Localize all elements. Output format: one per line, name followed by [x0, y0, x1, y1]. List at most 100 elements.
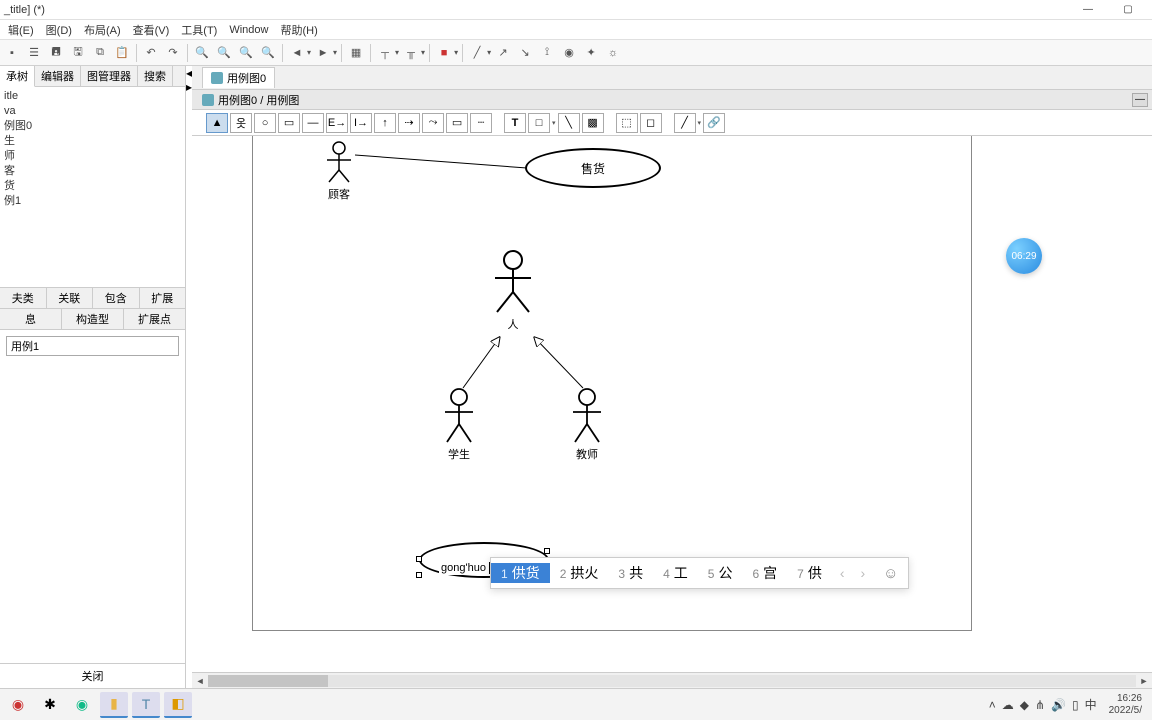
actor-teacher[interactable]: 教师: [569, 388, 605, 462]
dtab-info[interactable]: 息: [0, 309, 62, 329]
arrow1-button[interactable]: ↗: [493, 43, 513, 63]
image-tool[interactable]: ▩: [582, 113, 604, 133]
ime-prev-page[interactable]: ‹: [832, 565, 853, 581]
tray-cloud-icon[interactable]: ☁: [1002, 698, 1014, 712]
actor-student[interactable]: 学生: [441, 388, 477, 462]
extend-tool[interactable]: E→: [326, 113, 348, 133]
scroll-left-button[interactable]: ◄: [192, 676, 208, 686]
usecase-sell[interactable]: 售货: [525, 148, 661, 188]
editor-tab[interactable]: 用例图0: [202, 67, 275, 88]
tree-node[interactable]: 例图0: [4, 119, 181, 134]
menu-edit[interactable]: 辑(E): [2, 22, 40, 38]
edge-button[interactable]: ◉: [68, 692, 96, 718]
app-button[interactable]: ◧: [164, 692, 192, 718]
recording-button[interactable]: ◉: [4, 692, 32, 718]
arrow2-button[interactable]: ↘: [515, 43, 535, 63]
tab-editor[interactable]: 编辑器: [35, 66, 81, 86]
settings-button[interactable]: ✱: [36, 692, 64, 718]
h-scrollbar[interactable]: ◄ ►: [192, 672, 1152, 688]
menu-tools[interactable]: 工具(T): [175, 22, 223, 38]
tab-tree[interactable]: 承树: [0, 66, 35, 87]
tray-chevron-icon[interactable]: ˄: [989, 698, 996, 712]
rect-tool[interactable]: □: [528, 113, 550, 133]
explorer-button[interactable]: ▮: [100, 692, 128, 718]
layout-button[interactable]: ▦: [346, 43, 366, 63]
line2-tool[interactable]: ╲: [558, 113, 580, 133]
gen-teacher-person[interactable]: [521, 330, 591, 392]
taskbar-clock[interactable]: 16:26 2022/5/: [1103, 693, 1148, 717]
selected-element-input[interactable]: [6, 336, 179, 356]
undo-button[interactable]: ↶: [141, 43, 161, 63]
dep-tool[interactable]: ⇢: [398, 113, 420, 133]
nav-back-button[interactable]: ◄: [287, 43, 307, 63]
ime-cand-2[interactable]: 2拱火: [550, 563, 609, 583]
menu-diagram[interactable]: 图(D): [40, 22, 78, 38]
usecase-name-input[interactable]: gong'huo: [439, 560, 492, 575]
save-button[interactable]: 🖪: [46, 43, 66, 63]
paste-button[interactable]: 📋: [112, 43, 132, 63]
menu-layout[interactable]: 布局(A): [78, 22, 127, 38]
tool-a-button[interactable]: ◉: [559, 43, 579, 63]
notepad-button[interactable]: T: [132, 692, 160, 718]
include-tool[interactable]: I→: [350, 113, 372, 133]
tree-node[interactable]: 生: [4, 134, 181, 149]
tree-node[interactable]: itle: [4, 89, 181, 104]
frame-tool[interactable]: ⬚: [616, 113, 638, 133]
timer-badge[interactable]: 06:29: [1006, 238, 1042, 274]
saveall-button[interactable]: 🖫: [68, 43, 88, 63]
nav-fwd-button[interactable]: ►: [313, 43, 333, 63]
menu-window[interactable]: Window: [223, 24, 274, 36]
ime-cand-7[interactable]: 7供: [787, 563, 832, 583]
menu-help[interactable]: 帮助(H): [274, 22, 323, 38]
actor-person[interactable]: 人: [491, 250, 535, 332]
tray-wifi-icon[interactable]: ⋔: [1035, 698, 1045, 712]
actor-tool[interactable]: 옷: [230, 113, 252, 133]
dtab-stereotype[interactable]: 构造型: [62, 309, 124, 329]
dtab-extpoint[interactable]: 扩展点: [124, 309, 185, 329]
tree-node[interactable]: 货: [4, 179, 181, 194]
line-button[interactable]: ╱: [467, 43, 487, 63]
align-button[interactable]: ┬: [375, 43, 395, 63]
ime-cand-5[interactable]: 5公: [698, 563, 743, 583]
tree-node[interactable]: 例1: [4, 194, 181, 209]
rtab-association[interactable]: 关联: [47, 288, 94, 308]
ime-cand-3[interactable]: 3共: [608, 563, 653, 583]
tool-b-button[interactable]: ✦: [581, 43, 601, 63]
usecase-tool[interactable]: ○: [254, 113, 276, 133]
menu-view[interactable]: 查看(V): [127, 22, 176, 38]
distribute-button[interactable]: ╥: [401, 43, 421, 63]
rtab-extend[interactable]: 扩展: [140, 288, 186, 308]
actor-customer[interactable]: 顾客: [321, 140, 357, 202]
copy-button[interactable]: ⧉: [90, 43, 110, 63]
ime-next-page[interactable]: ›: [852, 565, 873, 581]
note-tool[interactable]: ▭: [446, 113, 468, 133]
tray-volume-icon[interactable]: 🔊: [1051, 698, 1066, 712]
tray-ime-indicator[interactable]: 中: [1085, 696, 1097, 713]
notelink-tool[interactable]: ┄: [470, 113, 492, 133]
minimize-button[interactable]: —: [1068, 4, 1108, 15]
new-button[interactable]: ▪: [2, 43, 22, 63]
package-tool[interactable]: ▭: [278, 113, 300, 133]
anchornote-tool[interactable]: ◻: [640, 113, 662, 133]
zoom-fit-button[interactable]: 🔍: [236, 43, 256, 63]
gen-student-person[interactable]: [459, 330, 519, 392]
tool-c-button[interactable]: ☼: [603, 43, 623, 63]
tree-node[interactable]: 客: [4, 164, 181, 179]
anchor-button[interactable]: ⟟: [537, 43, 557, 63]
zoom-reset-button[interactable]: 🔍: [258, 43, 278, 63]
minimize-editor-button[interactable]: —: [1132, 93, 1148, 107]
tray-battery-icon[interactable]: ▯: [1072, 698, 1079, 712]
maximize-button[interactable]: ▢: [1108, 4, 1148, 15]
link-tool[interactable]: 🔗: [703, 113, 725, 133]
connector-tool[interactable]: ╱: [674, 113, 696, 133]
assoc-customer-sell[interactable]: [355, 152, 527, 172]
ime-emoji-button[interactable]: ☺: [873, 565, 908, 582]
zoom-in-button[interactable]: 🔍: [192, 43, 212, 63]
redo-button[interactable]: ↷: [163, 43, 183, 63]
tray-app-icon[interactable]: ◆: [1020, 698, 1029, 712]
rtab-generalization[interactable]: 夫类: [0, 288, 47, 308]
open-button[interactable]: ☰: [24, 43, 44, 63]
tree-node[interactable]: 师: [4, 149, 181, 164]
gen-tool[interactable]: ↑: [374, 113, 396, 133]
select-tool[interactable]: ▲: [206, 113, 228, 133]
